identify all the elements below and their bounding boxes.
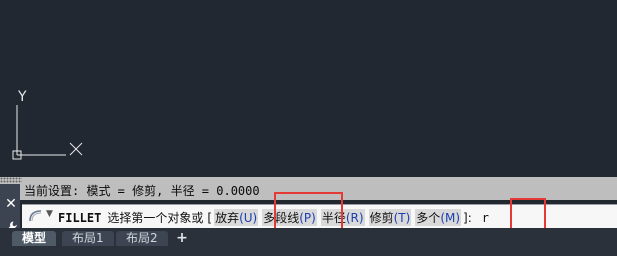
add-layout-button[interactable]: + xyxy=(172,231,192,246)
ucs-icon: Y xyxy=(12,89,83,160)
layout-tab-bar: 模型 布局1 布局2 + xyxy=(0,228,617,256)
command-line-side-strip: ✕ xyxy=(0,184,20,234)
grip-handle[interactable] xyxy=(0,177,22,183)
command-name: FILLET xyxy=(58,210,102,225)
option-trim[interactable]: 修剪(T) xyxy=(368,209,412,226)
history-text: 当前设置: 模式 = 修剪, 半径 = 0.0000 xyxy=(24,184,260,198)
command-prompt-icon[interactable] xyxy=(28,209,44,223)
drawing-viewport[interactable]: Y xyxy=(0,0,617,173)
tab-layout1[interactable]: 布局1 xyxy=(62,231,114,246)
option-undo[interactable]: 放弃(U) xyxy=(214,209,259,226)
tab-model[interactable]: 模型 xyxy=(12,231,57,246)
prompt-text: 选择第一个对象或 xyxy=(107,211,204,225)
user-input-text[interactable]: r xyxy=(482,211,489,225)
close-icon[interactable]: ✕ xyxy=(3,196,19,212)
chevron-down-icon[interactable]: ▼ xyxy=(46,209,53,219)
option-multiple[interactable]: 多个(M) xyxy=(415,209,462,226)
bracket-close: ]: xyxy=(463,210,472,225)
axis-label-y: Y xyxy=(17,89,27,105)
bracket-open: [ xyxy=(207,210,213,225)
tab-layout2[interactable]: 布局2 xyxy=(116,231,168,246)
